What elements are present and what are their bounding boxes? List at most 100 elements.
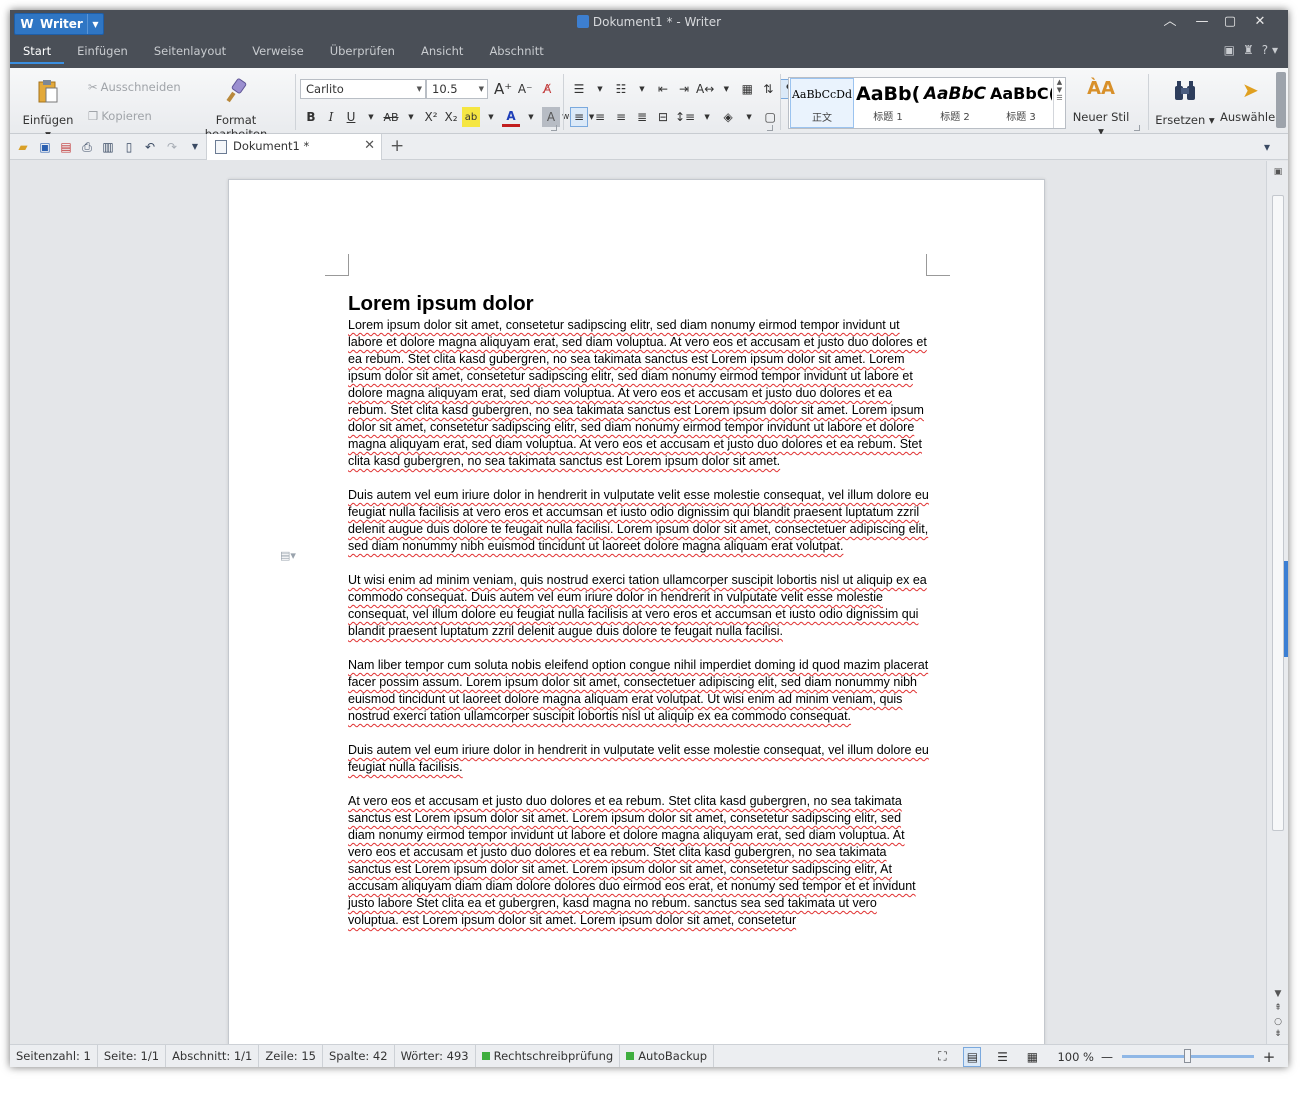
underline-button[interactable]: U (342, 107, 360, 127)
paragraph-dialog-launcher-icon[interactable] (767, 125, 773, 131)
help-button[interactable]: ? ▾ (1262, 43, 1278, 57)
outline-view-icon[interactable]: ☰ (993, 1047, 1011, 1067)
chevron-down-icon[interactable]: ▼ (698, 107, 716, 127)
open-folder-icon[interactable]: ▰ (16, 140, 30, 154)
browse-object-icon[interactable]: ○ (1271, 1017, 1285, 1027)
justify-icon[interactable]: ≣ (633, 107, 651, 127)
tab-abschnitt[interactable]: Abschnitt (476, 40, 556, 64)
chevron-down-icon[interactable]: ▼ (362, 107, 380, 127)
align-center-icon[interactable]: ≡ (591, 107, 609, 127)
tab-menu-icon[interactable]: ▾ (1260, 140, 1274, 154)
chevron-down-icon[interactable]: ▼ (591, 79, 609, 99)
scroll-thumb[interactable] (1272, 195, 1284, 831)
paragraph[interactable]: Duis autem vel eum iriure dolor in hendr… (348, 742, 930, 776)
distributed-icon[interactable]: ⊟ (654, 107, 672, 127)
paragraph[interactable]: Ut wisi enim ad minim veniam, quis nostr… (348, 572, 930, 640)
zoom-slider-handle[interactable] (1184, 1049, 1191, 1063)
save-icon[interactable]: ▣ (38, 140, 52, 154)
align-left-icon[interactable]: ≡ (570, 107, 588, 127)
increase-indent-icon[interactable]: ⇥ (675, 79, 693, 99)
scroll-down-icon[interactable]: ▼ (1271, 989, 1285, 999)
decrease-indent-icon[interactable]: ⇤ (654, 79, 672, 99)
styles-dialog-launcher-icon[interactable] (1134, 125, 1140, 131)
tab-verweise[interactable]: Verweise (239, 40, 317, 64)
status-page[interactable]: Seite: 1/1 (98, 1044, 167, 1067)
zoom-slider[interactable] (1122, 1049, 1254, 1063)
document-area[interactable]: Lorem ipsum dolor Lorem ipsum dolor sit … (10, 161, 1266, 1044)
char-shading-icon[interactable]: A (542, 107, 560, 127)
italic-button[interactable]: I (322, 107, 340, 127)
document-heading[interactable]: Lorem ipsum dolor (348, 291, 930, 317)
chevron-down-icon[interactable]: ▼ (633, 79, 651, 99)
zoom-out-icon[interactable]: — (1098, 1047, 1116, 1067)
grow-font-icon[interactable]: A⁺ (494, 79, 512, 99)
redo-icon[interactable]: ↷ (165, 140, 179, 154)
web-view-icon[interactable]: ▦ (1023, 1047, 1041, 1067)
paragraph[interactable]: Duis autem vel eum iriure dolor in hendr… (348, 487, 930, 555)
print-preview-icon[interactable]: ▥ (101, 140, 115, 154)
zoom-level[interactable]: 100 % (1057, 1050, 1094, 1064)
tab-seitenlayout[interactable]: Seitenlayout (141, 40, 239, 64)
tab-ueberpruefen[interactable]: Überprüfen (317, 40, 408, 64)
shrink-font-icon[interactable]: A⁻ (516, 79, 534, 99)
subscript-button[interactable]: X₂ (442, 107, 460, 127)
minimize-button[interactable]: — (1190, 13, 1214, 31)
paragraph-shading-icon[interactable]: ◈ (719, 107, 737, 127)
chevron-down-icon[interactable]: ▼ (740, 107, 758, 127)
status-words[interactable]: Wörter: 493 (395, 1044, 476, 1067)
select-button[interactable]: ➤ Auswähle (1220, 78, 1276, 124)
sort-icon[interactable]: ⇅ (759, 79, 777, 99)
collapse-ribbon-icon[interactable]: ︿ (1158, 13, 1182, 31)
clear-format-icon[interactable]: A̸ (538, 79, 556, 99)
paste-button[interactable]: Einfügen ▾ (18, 78, 78, 141)
skin-icon[interactable]: ▣ (1224, 43, 1235, 57)
highlight-icon[interactable]: ab (462, 107, 480, 127)
scroll-side-tab[interactable] (1284, 561, 1288, 657)
paragraph[interactable]: Lorem ipsum dolor sit amet, consetetur s… (348, 317, 930, 470)
superscript-button[interactable]: X² (422, 107, 440, 127)
bullet-list-icon[interactable]: ☰ (570, 79, 588, 99)
style-heading-1[interactable]: AaBb( 标题 1 (856, 78, 920, 128)
vertical-scrollbar[interactable]: ▣ ▼ ⇞ ○ ⇟ (1266, 161, 1288, 1044)
style-heading-3[interactable]: AaBbC( 标题 3 (990, 78, 1052, 128)
copy-button[interactable]: ❐ Kopieren (88, 109, 152, 123)
paragraph[interactable]: At vero eos et accusam et justo duo dolo… (348, 793, 930, 929)
paragraph-handle-icon[interactable]: ▤▾ (280, 549, 296, 562)
maximize-button[interactable]: ▢ (1218, 13, 1242, 31)
bold-button[interactable]: B (302, 107, 320, 127)
ruler-toggle-icon[interactable]: ▣ (1271, 167, 1285, 177)
previous-page-icon[interactable]: ⇞ (1271, 1003, 1285, 1013)
cut-button[interactable]: ✂ Ausschneiden (88, 80, 181, 94)
chevron-down-icon[interactable]: ▼ (402, 107, 420, 127)
paragraph[interactable]: Nam liber tempor cum soluta nobis eleife… (348, 657, 930, 725)
export-pdf-icon[interactable]: ▤ (59, 140, 73, 154)
font-size-select[interactable]: 10.5 ▼ (426, 79, 488, 99)
document-tab[interactable]: Dokument1 * ✕ (206, 134, 382, 160)
new-style-button[interactable]: ÀA Neuer Stil ▾ (1070, 78, 1132, 138)
format-painter-button[interactable]: Format bearbeiten (186, 78, 286, 141)
shirt-icon[interactable]: ♜ (1243, 43, 1254, 57)
document-content[interactable]: Lorem ipsum dolor Lorem ipsum dolor sit … (348, 291, 930, 946)
strikethrough-button[interactable]: AB (382, 107, 400, 127)
table-icon[interactable]: ▦ (738, 79, 756, 99)
tab-ansicht[interactable]: Ansicht (408, 40, 476, 64)
font-color-icon[interactable]: A (502, 107, 520, 127)
tab-start[interactable]: Start (10, 40, 65, 64)
chevron-down-icon[interactable]: ▼ (522, 107, 540, 127)
next-page-icon[interactable]: ⇟ (1271, 1029, 1285, 1039)
replace-button[interactable]: Ersetzen ▾ (1154, 78, 1216, 127)
tab-einfuegen[interactable]: Einfügen (64, 40, 141, 64)
numbered-list-icon[interactable]: ☷ (612, 79, 630, 99)
plus-icon[interactable]: + (390, 136, 404, 156)
undo-icon[interactable]: ↶ (143, 140, 157, 154)
close-icon[interactable]: ✕ (364, 138, 375, 153)
font-dialog-launcher-icon[interactable] (551, 125, 557, 131)
borders-icon[interactable]: ▢ (761, 107, 779, 127)
print-icon[interactable]: ⎙ (80, 140, 94, 154)
zoom-in-icon[interactable]: + (1260, 1047, 1278, 1067)
font-name-select[interactable]: Carlito ▼ (300, 79, 426, 99)
chevron-down-icon[interactable]: ▼ (717, 79, 735, 99)
page-setup-icon[interactable]: ▯ (122, 140, 136, 154)
char-spacing-icon[interactable]: A↔ (696, 79, 714, 99)
autobackup-toggle[interactable]: AutoBackup (620, 1044, 715, 1067)
